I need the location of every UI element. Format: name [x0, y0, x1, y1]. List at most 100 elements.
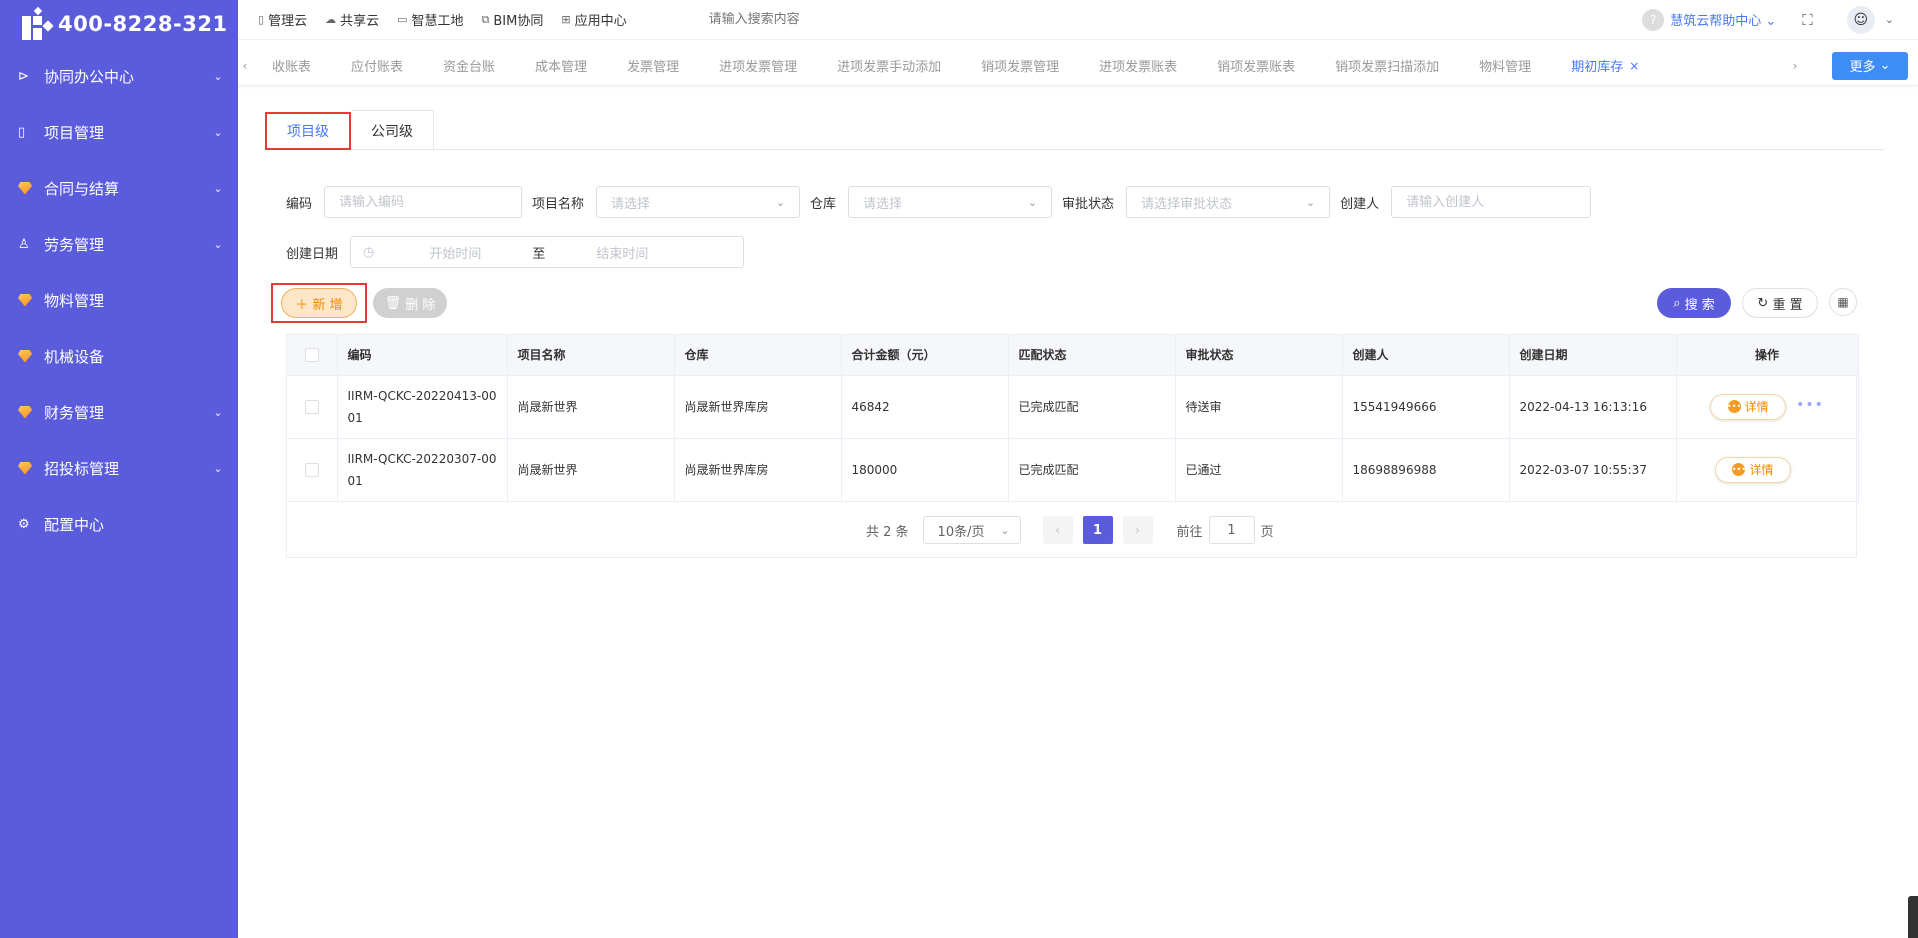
project-select[interactable]: 请选择 ⌄ [596, 186, 801, 218]
doc-icon: ▯ [258, 13, 265, 26]
page-size-select[interactable]: 10条/页 ⌄ [922, 516, 1021, 544]
cell-operation: ••• 详情 ••• [1676, 375, 1859, 439]
tabs-next-icon[interactable]: › [1788, 59, 1802, 73]
sidebar-item-6[interactable]: 财务管理 ⌄ [0, 384, 238, 440]
cell-date: 2022-04-13 16:13:16 [1509, 375, 1677, 439]
gear-icon: ⚙ [18, 516, 30, 532]
close-icon[interactable]: × [1629, 59, 1639, 73]
refresh-icon: ↻ [1757, 295, 1769, 311]
tabs-list: 收账表 应付账表 资金台账 成本管理 发票管理 进项发票管理 进项发票手动添加 销项发票管理进… [252, 56, 1788, 76]
chevron-down-icon: ⌄ [1027, 195, 1038, 209]
sidebar-item-8[interactable]: ⚙ 配置中心 [0, 496, 238, 552]
sidebar-item-2[interactable]: 合同与结算 ⌄ [0, 160, 238, 216]
detail-button[interactable]: ••• 详情 [1715, 456, 1791, 483]
row-checkbox[interactable] [304, 400, 319, 414]
page-tab[interactable]: 进项发票手动添加 [817, 56, 961, 75]
sidebar-item-label: 财务管理 [44, 403, 105, 422]
book-icon: ▯ [18, 124, 26, 140]
cloud-icon: ☁ [325, 13, 337, 26]
page-tab[interactable]: 进项发票管理 [699, 56, 817, 75]
sidebar-item-label: 合同与结算 [44, 179, 120, 198]
next-page-button[interactable]: › [1122, 516, 1153, 544]
gem-icon [18, 181, 40, 195]
add-button[interactable]: ＋ 新 增 [281, 288, 357, 318]
detail-label: 详情 [1749, 462, 1774, 477]
page-tab-active[interactable]: 期初库存 [1551, 56, 1629, 75]
more-button[interactable]: 更多 ⌄ [1832, 51, 1908, 80]
page-number-current[interactable]: 1 [1082, 516, 1113, 544]
page-tab[interactable]: 成本管理 [515, 56, 607, 75]
tabs-prev-icon[interactable]: ‹ [238, 59, 252, 73]
detail-label: 详情 [1744, 399, 1769, 414]
column-header: 创建人 [1342, 335, 1510, 376]
top-link-0[interactable]: ▯ 管理云 [258, 10, 307, 29]
project-label: 项目名称 [532, 196, 585, 212]
scrollbar-thumb[interactable] [1908, 896, 1918, 938]
start-date-input[interactable]: 开始时间 [402, 243, 508, 262]
end-date-input[interactable]: 结束时间 [569, 243, 675, 262]
search-button[interactable]: ⌕ 搜 索 [1657, 288, 1731, 318]
top-link-label: 应用中心 [574, 14, 627, 29]
goto-page-input[interactable] [1208, 516, 1255, 544]
monitor-icon: ▭ [397, 13, 408, 26]
global-search-input[interactable] [708, 12, 989, 27]
row-more-icon[interactable]: ••• [1796, 397, 1824, 413]
row-check-cell [287, 375, 338, 439]
row-check-cell [287, 438, 338, 502]
select-all-checkbox[interactable] [304, 348, 319, 362]
page-tab[interactable]: 物料管理 [1459, 56, 1551, 75]
sidebar-item-3[interactable]: ♙ 劳务管理 ⌄ [0, 216, 238, 272]
creator-input[interactable] [1391, 186, 1592, 218]
page-tab[interactable]: 销项发票管理 [961, 56, 1079, 75]
date-range-picker[interactable]: ◷ 开始时间 至 结束时间 [350, 236, 745, 268]
page-tab[interactable]: 资金台账 [423, 56, 515, 75]
gem-icon [18, 293, 40, 307]
sidebar-item-5[interactable]: 机械设备 [0, 328, 238, 384]
chevron-down-icon[interactable]: ⌄ [1885, 13, 1894, 26]
row-checkbox[interactable] [304, 463, 319, 477]
sidebar-item-4[interactable]: 物料管理 [0, 272, 238, 328]
code-input[interactable] [324, 186, 523, 218]
page-tab[interactable]: 应付账表 [331, 56, 423, 75]
warehouse-select[interactable]: 请选择 ⌄ [848, 186, 1053, 218]
avatar[interactable]: ☺ [1846, 5, 1875, 34]
top-link-3[interactable]: ⧉ BIM协同 [482, 10, 544, 30]
gem-icon [18, 405, 40, 419]
sidebar-item-1[interactable]: ▯ 项目管理 ⌄ [0, 104, 238, 160]
grid-icon: ▦ [1837, 295, 1849, 309]
top-link-2[interactable]: ▭ 智慧工地 [397, 10, 463, 29]
cell-warehouse: 尚晟新世界库房 [674, 375, 842, 439]
page-tab[interactable]: 发票管理 [607, 56, 699, 75]
cell-approval: 已通过 [1175, 438, 1343, 502]
cell-project: 尚晟新世界 [507, 375, 675, 439]
page-tab[interactable]: 进项发票账表 [1079, 56, 1197, 75]
gem-icon [18, 461, 40, 475]
detail-button[interactable]: ••• 详情 [1710, 393, 1787, 420]
column-settings-button[interactable]: ▦ [1829, 288, 1857, 316]
sidebar-item-0[interactable]: ⊳ 协同办公中心 ⌄ [0, 48, 238, 104]
tab-company-level[interactable]: 公司级 [351, 110, 434, 150]
page-tab[interactable]: 销项发票账表 [1197, 56, 1315, 75]
tab-project-level[interactable]: 项目级 [265, 112, 351, 150]
select-all-cell [287, 335, 338, 376]
page-tab[interactable]: 收账表 [252, 56, 331, 75]
help-center-link[interactable]: 慧筑云帮助中心 ⌄ [1670, 10, 1776, 29]
prev-page-button[interactable]: ‹ [1042, 516, 1073, 544]
help-icon[interactable]: ? [1642, 8, 1665, 31]
sidebar-item-label: 协同办公中心 [44, 67, 135, 86]
more-icon: ••• [1727, 400, 1741, 413]
table-header-row: 编码 项目名称 仓库 合计金额（元） 匹配状态 审批状态 创建人 创建日期 操作 [287, 335, 1859, 376]
grid-icon: ⊞ [561, 13, 571, 26]
fullscreen-icon[interactable]: ⛶ [1802, 11, 1813, 29]
top-link-1[interactable]: ☁ 共享云 [325, 10, 379, 29]
cell-approval: 待送审 [1175, 375, 1343, 439]
cell-project: 尚晟新世界 [507, 438, 675, 502]
page-tab[interactable]: 销项发票扫描添加 [1315, 56, 1459, 75]
approval-select[interactable]: 请选择审批状态 ⌄ [1126, 186, 1331, 218]
top-link-4[interactable]: ⊞ 应用中心 [561, 10, 626, 29]
reset-button[interactable]: ↻ 重 置 [1742, 288, 1818, 318]
top-links: ▯ 管理云 ☁ 共享云 ▭ 智慧工地 ⧉ BIM协同 ⊞ 应用中心 [238, 10, 645, 30]
table-row: IIRM-QCKC-20220307-0001 尚晟新世界 尚晟新世界库房 18000… [287, 438, 1859, 502]
delete-button[interactable]: 🗑 删 除 [373, 288, 447, 318]
sidebar-item-7[interactable]: 招投标管理 ⌄ [0, 440, 238, 496]
